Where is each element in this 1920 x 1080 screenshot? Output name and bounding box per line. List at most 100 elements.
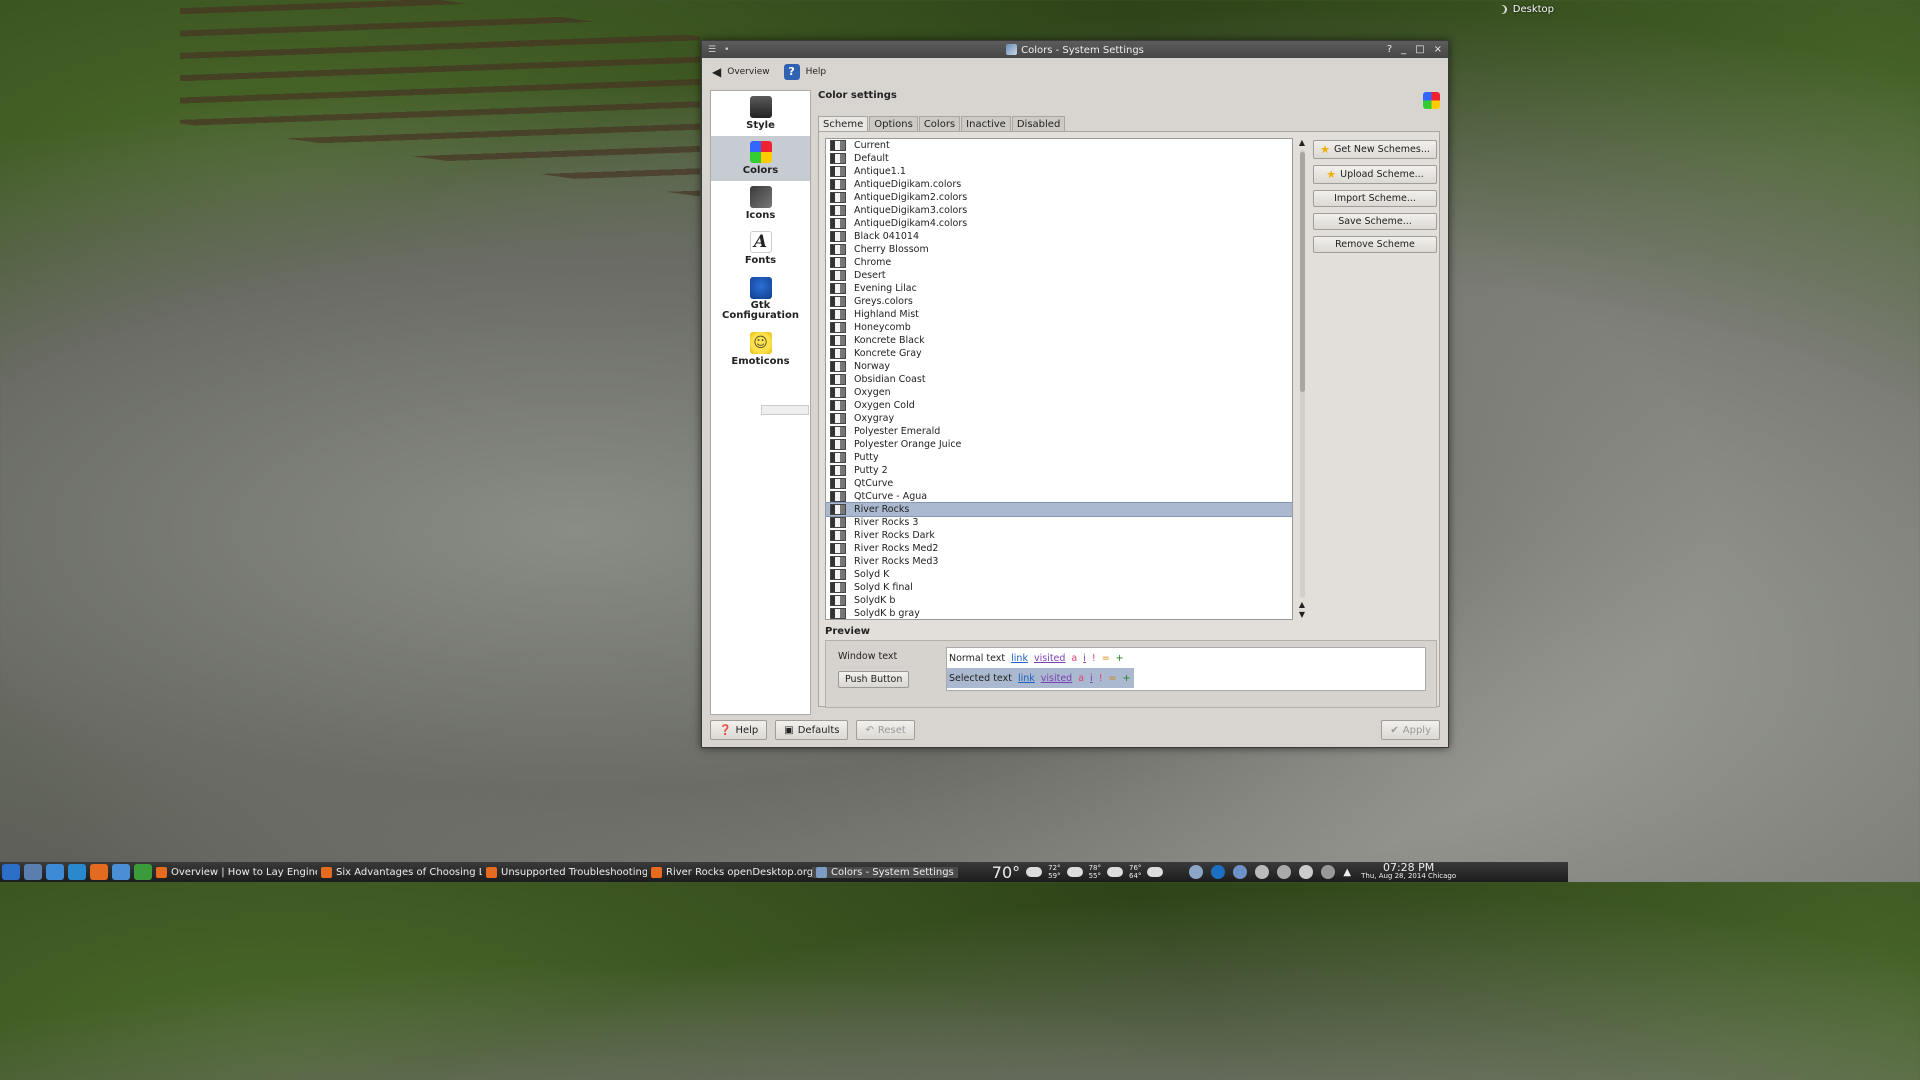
volume-icon[interactable]: [1299, 865, 1314, 879]
terminal-icon[interactable]: [24, 864, 42, 880]
scheme-list-scrollbar[interactable]: ▲ ▲ ▼: [1297, 138, 1307, 620]
sidebar-item-colors[interactable]: Colors: [711, 136, 810, 181]
sidebar-item-icons[interactable]: Icons: [711, 181, 810, 226]
scroll-down-icon[interactable]: ▼: [1297, 610, 1307, 620]
settings-tray-icon[interactable]: [1189, 865, 1204, 879]
scheme-list-item[interactable]: Polyester Orange Juice: [826, 438, 1292, 451]
scheme-list-item[interactable]: Honeycomb: [826, 321, 1292, 334]
firefox-icon[interactable]: [90, 864, 108, 880]
sidebar-item-fonts[interactable]: A Fonts: [711, 226, 810, 271]
scheme-list-item[interactable]: Chrome: [826, 256, 1292, 269]
scrollbar-thumb[interactable]: [1300, 152, 1305, 392]
scheme-list-item[interactable]: River Rocks: [826, 502, 1292, 517]
help-button[interactable]: ❓ Help: [710, 720, 768, 740]
tab-colors[interactable]: Colors: [918, 116, 961, 131]
sidebar-item-style[interactable]: Style: [711, 91, 810, 136]
task-item-active[interactable]: Colors - System Settings: [812, 866, 958, 878]
scheme-list-item[interactable]: AntiqueDigikam2.colors: [826, 191, 1292, 204]
scheme-list-item[interactable]: River Rocks 3: [826, 516, 1292, 529]
remove-scheme-button[interactable]: Remove Scheme: [1313, 236, 1437, 253]
scheme-list-item[interactable]: Putty 2: [826, 464, 1292, 477]
sidebar-item-emoticons[interactable]: ☺ Emoticons: [711, 327, 810, 372]
scheme-list-item[interactable]: Koncrete Gray: [826, 347, 1292, 360]
task-item[interactable]: Unsupported Troubleshooting - ...: [482, 866, 647, 878]
scheme-list-item[interactable]: AntiqueDigikam.colors: [826, 178, 1292, 191]
tray-expand-icon[interactable]: ▲: [1343, 867, 1351, 878]
window-titlebar[interactable]: ☰ • Colors - System Settings ? _ □ ×: [702, 41, 1448, 58]
tab-disabled[interactable]: Disabled: [1011, 116, 1066, 131]
minimize-button[interactable]: _: [1401, 44, 1406, 55]
maximize-button[interactable]: □: [1415, 44, 1424, 55]
scheme-list-item[interactable]: Oxygen Cold: [826, 399, 1292, 412]
scheme-list-item[interactable]: Highland Mist: [826, 308, 1292, 321]
task-item[interactable]: Overview | How to Lay Engineer...: [152, 866, 317, 878]
scheme-thumbnail-icon: [830, 218, 846, 229]
save-scheme-button[interactable]: Save Scheme...: [1313, 213, 1437, 230]
scheme-list-item[interactable]: Cherry Blossom: [826, 243, 1292, 256]
overview-button[interactable]: ◀ Overview: [712, 65, 770, 79]
close-button[interactable]: ×: [1434, 44, 1442, 55]
tab-scheme[interactable]: Scheme: [818, 116, 869, 131]
get-new-schemes-button[interactable]: ★ Get New Schemes...: [1313, 140, 1437, 159]
scheme-list-item[interactable]: Oxygen: [826, 386, 1292, 399]
scheme-list-item[interactable]: Greys.colors: [826, 295, 1292, 308]
scheme-list-item[interactable]: QtCurve: [826, 477, 1292, 490]
sidebar-item-gtk[interactable]: Gtk Configuration: [711, 271, 810, 327]
scroll-up-icon[interactable]: ▲: [1297, 138, 1307, 148]
scheme-list-item[interactable]: Current: [826, 139, 1292, 152]
klipper-icon[interactable]: [1255, 865, 1270, 879]
notifications-icon[interactable]: [1321, 865, 1336, 879]
clock[interactable]: 07:28 PM Thu, Aug 28, 2014 Chicago: [1361, 862, 1456, 881]
network-icon[interactable]: [1277, 865, 1292, 879]
scheme-list-item[interactable]: River Rocks Med3: [826, 555, 1292, 568]
scheme-list-item[interactable]: Solyd K: [826, 568, 1292, 581]
scheme-list-item[interactable]: Black 041014: [826, 230, 1292, 243]
writer-icon[interactable]: [112, 864, 130, 880]
defaults-button[interactable]: ▣ Defaults: [775, 720, 849, 740]
scheme-list-item[interactable]: Putty: [826, 451, 1292, 464]
spreadsheet-icon[interactable]: [134, 864, 152, 880]
window-menu-icon[interactable]: ☰: [708, 45, 716, 55]
scheme-list-item[interactable]: SolydK b gray: [826, 607, 1292, 619]
scroll-up-icon-lower[interactable]: ▲: [1297, 600, 1307, 610]
scheme-list-item[interactable]: River Rocks Med2: [826, 542, 1292, 555]
help-menu-button[interactable]: ? Help: [783, 64, 826, 80]
scheme-list-item[interactable]: Koncrete Black: [826, 334, 1292, 347]
file-manager-icon[interactable]: [46, 864, 64, 880]
scheme-list-item[interactable]: Default: [826, 152, 1292, 165]
scheme-list-item[interactable]: AntiqueDigikam4.colors: [826, 217, 1292, 230]
scheme-list-item[interactable]: River Rocks Dark: [826, 529, 1292, 542]
scheme-list-item[interactable]: Antique1.1: [826, 165, 1292, 178]
desktop-label[interactable]: Desktop: [1498, 4, 1554, 15]
scheme-list-item[interactable]: Solyd K final: [826, 581, 1292, 594]
scheme-list-item[interactable]: SolydK b: [826, 594, 1292, 607]
bluetooth-icon[interactable]: [1233, 865, 1248, 879]
system-tray: ▲: [1189, 865, 1351, 879]
scheme-list-item[interactable]: Desert: [826, 269, 1292, 282]
scheme-list-item[interactable]: Evening Lilac: [826, 282, 1292, 295]
import-scheme-button[interactable]: Import Scheme...: [1313, 190, 1437, 207]
scheme-list-item[interactable]: Norway: [826, 360, 1292, 373]
task-item[interactable]: Six Advantages of Choosing Lin...: [317, 866, 482, 878]
context-help-button[interactable]: ?: [1387, 44, 1392, 55]
weather-widget[interactable]: 70° 72° 59° 78° 55° 76° 64°: [992, 863, 1164, 882]
scheme-list-item[interactable]: Polyester Emerald: [826, 425, 1292, 438]
sidebar-scrollbar[interactable]: [761, 405, 809, 415]
tab-inactive[interactable]: Inactive: [961, 116, 1011, 131]
kde-menu-icon[interactable]: [2, 864, 20, 880]
task-item[interactable]: River Rocks openDesktop.org - M...: [647, 866, 812, 878]
preview-push-button[interactable]: Push Button: [838, 671, 910, 688]
window-pin-icon[interactable]: •: [724, 45, 729, 55]
tab-options[interactable]: Options: [869, 116, 918, 131]
scheme-name: Default: [854, 153, 889, 164]
scheme-list[interactable]: Current Default Antique1.1 AntiqueDigikam.c…: [825, 138, 1293, 620]
scheme-list-item[interactable]: Obsidian Coast: [826, 373, 1292, 386]
scheme-list-item[interactable]: AntiqueDigikam3.colors: [826, 204, 1292, 217]
upload-scheme-button[interactable]: ★ Upload Scheme...: [1313, 165, 1437, 184]
scheme-list-item[interactable]: QtCurve - Agua: [826, 490, 1292, 503]
reset-button[interactable]: ↶ Reset: [856, 720, 915, 740]
scheme-list-item[interactable]: Oxygray: [826, 412, 1292, 425]
apply-button[interactable]: ✔ Apply: [1381, 720, 1440, 740]
mail-icon[interactable]: [68, 864, 86, 880]
hp-icon[interactable]: [1211, 865, 1226, 879]
